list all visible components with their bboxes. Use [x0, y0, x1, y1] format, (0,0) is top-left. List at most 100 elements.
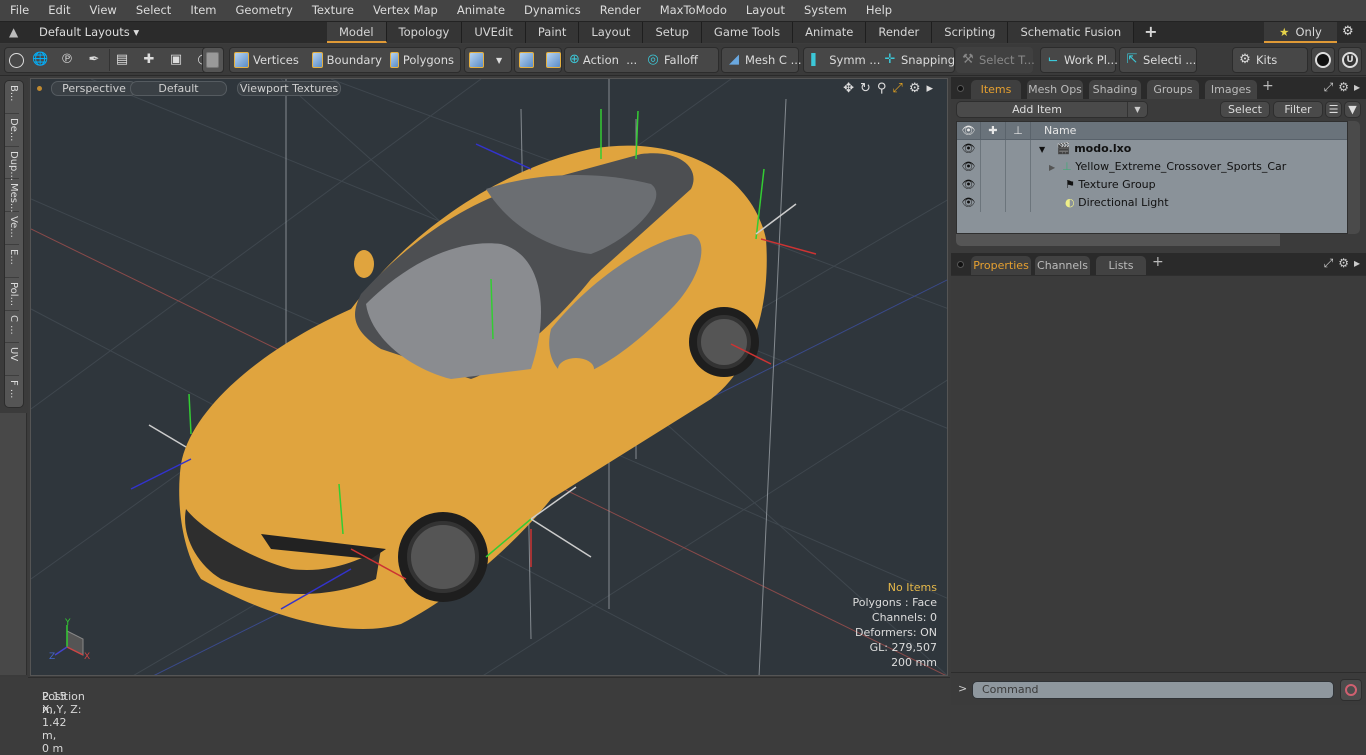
menu-file[interactable]: File: [0, 0, 38, 21]
add-tab-button[interactable]: +: [1134, 22, 1167, 43]
left-tab-ve[interactable]: Ve...: [5, 212, 19, 245]
lock-column-icon[interactable]: ✚: [981, 122, 1006, 139]
items-horizontal-scrollbar[interactable]: [956, 234, 1280, 246]
3d-viewport[interactable]: Perspective Default Viewport Textures ✥ …: [30, 78, 948, 676]
eye-icon[interactable]: 👁: [957, 194, 981, 212]
symmetry-button[interactable]: ❚ Symm ...: [804, 48, 880, 72]
move-view-icon[interactable]: ✥: [843, 81, 854, 96]
vertices-button[interactable]: Vertices: [230, 48, 308, 72]
eye-icon[interactable]: 👁: [957, 140, 981, 158]
panel-arrow-icon[interactable]: ▸: [1354, 80, 1360, 95]
maximize-view-icon[interactable]: ⤢: [892, 81, 902, 96]
funnel-filter-icon[interactable]: ▼: [1344, 101, 1361, 118]
viewport-textures-dropdown[interactable]: Viewport Textures: [237, 81, 341, 96]
tab-setup[interactable]: Setup: [643, 22, 702, 43]
tab-images[interactable]: Images: [1205, 80, 1257, 99]
tab-paint[interactable]: Paint: [525, 22, 580, 43]
tab-game-tools[interactable]: Game Tools: [701, 22, 794, 43]
tab-shading[interactable]: Shading: [1089, 80, 1141, 99]
left-tab-dup[interactable]: Dup...: [5, 147, 19, 181]
list-item[interactable]: 👁 ◐ Directional Light: [957, 194, 1347, 212]
panel-gear-icon[interactable]: ⚙: [1338, 80, 1349, 95]
kits-button[interactable]: ⚙ Kits: [1232, 47, 1308, 73]
expand-triangle-icon[interactable]: ▼: [1039, 145, 1045, 154]
gear-icon[interactable]: ⚙: [1342, 24, 1354, 39]
unity-button[interactable]: [1311, 47, 1335, 73]
maximize-properties-icon[interactable]: ⤢: [1324, 256, 1334, 271]
filter-button[interactable]: Filter: [1273, 101, 1323, 118]
tab-layout[interactable]: Layout: [579, 22, 644, 43]
stack-button[interactable]: ▤: [110, 48, 137, 72]
list-options-icon[interactable]: ☰: [1325, 101, 1342, 118]
eye-icon[interactable]: 👁: [957, 176, 981, 194]
collapsed-triangle-icon[interactable]: ▶: [1049, 163, 1055, 172]
properties-menu-dot[interactable]: [957, 261, 964, 268]
visibility-column-eye-icon[interactable]: 👁: [957, 122, 981, 139]
add-panel-tab-button[interactable]: +: [1262, 78, 1274, 94]
tab-items[interactable]: Items: [971, 80, 1021, 99]
menu-system[interactable]: System: [794, 0, 856, 21]
menu-animate[interactable]: Animate: [447, 0, 514, 21]
polygons-button[interactable]: Polygons: [386, 48, 458, 72]
pen-button[interactable]: ✒: [82, 48, 109, 72]
left-tab-mes[interactable]: Mes...: [5, 179, 19, 213]
globe-button[interactable]: 🌐: [28, 48, 55, 72]
add-properties-tab-button[interactable]: +: [1152, 254, 1164, 270]
unreal-button[interactable]: U: [1338, 47, 1362, 73]
name-column-header[interactable]: Name: [1031, 122, 1076, 139]
default-layouts-dropdown[interactable]: Default Layouts ▾: [39, 25, 139, 39]
add-item-dropdown[interactable]: Add Item ▼: [956, 101, 1148, 118]
left-tab-b[interactable]: B...: [5, 81, 19, 114]
left-tab-de[interactable]: De...: [5, 114, 19, 147]
properties-arrow-icon[interactable]: ▸: [1354, 256, 1360, 271]
material-mode-button[interactable]: [465, 48, 492, 72]
menu-help[interactable]: Help: [856, 0, 901, 21]
tab-groups[interactable]: Groups: [1147, 80, 1199, 99]
falloff-button[interactable]: ◎ Falloff: [641, 48, 702, 72]
menu-vertex-map[interactable]: Vertex Map: [363, 0, 447, 21]
menu-maxtomodo[interactable]: MaxToModo: [650, 0, 736, 21]
record-macro-button[interactable]: [1340, 679, 1362, 701]
tab-render[interactable]: Render: [866, 22, 933, 43]
menu-edit[interactable]: Edit: [38, 0, 79, 21]
tab-schematic-fusion[interactable]: Schematic Fusion: [1008, 22, 1135, 43]
tab-lists[interactable]: Lists: [1096, 256, 1146, 275]
snapping-button[interactable]: ✛ Snapping: [878, 48, 959, 72]
list-item[interactable]: 👁 ▶ ⊥ Yellow_Extreme_Crossover_Sports_Ca…: [957, 158, 1347, 176]
only-toggle[interactable]: ★ Only: [1264, 22, 1337, 43]
menu-layout[interactable]: Layout: [736, 0, 794, 21]
tab-uvedit[interactable]: UVEdit: [462, 22, 526, 43]
square-button[interactable]: ▣: [164, 48, 191, 72]
tab-topology[interactable]: Topology: [386, 22, 463, 43]
select-through-button[interactable]: ⚒ Select T...: [956, 47, 1035, 73]
left-tab-f[interactable]: F ...: [5, 376, 19, 409]
select-button[interactable]: Select: [1220, 101, 1270, 118]
tab-model[interactable]: Model: [327, 22, 387, 43]
left-tab-c[interactable]: C ...: [5, 311, 19, 344]
tab-properties[interactable]: Properties: [971, 256, 1031, 275]
viewport-menu-dot[interactable]: [37, 86, 42, 91]
menu-view[interactable]: View: [80, 0, 126, 21]
menu-render[interactable]: Render: [590, 0, 650, 21]
command-input[interactable]: Command: [972, 681, 1334, 699]
mesh-constraint-button[interactable]: ◢ Mesh C ...: [721, 47, 802, 73]
tab-channels[interactable]: Channels: [1035, 256, 1090, 275]
zoom-view-icon[interactable]: ⚲: [877, 81, 887, 96]
rotate-view-icon[interactable]: ↻: [860, 81, 871, 96]
menu-dynamics[interactable]: Dynamics: [514, 0, 590, 21]
items-vertical-scrollbar[interactable]: [1348, 121, 1360, 234]
selection-sets-button[interactable]: ⇱ Selecti ...: [1119, 47, 1197, 73]
item-mode-button[interactable]: [202, 47, 224, 73]
left-tab-uv[interactable]: UV: [5, 343, 19, 377]
shading-dropdown[interactable]: Default: [130, 81, 227, 96]
panel-menu-dot[interactable]: [957, 85, 964, 92]
properties-gear-icon[interactable]: ⚙: [1338, 256, 1349, 271]
list-item[interactable]: 👁 ▼ 🎬 modo.lxo: [957, 140, 1347, 158]
viewport-gear-icon[interactable]: ⚙: [909, 81, 921, 96]
list-item[interactable]: 👁 ⚑ Texture Group: [957, 176, 1347, 194]
action-button[interactable]: ⊕ Action ...: [565, 48, 641, 72]
lasso-button[interactable]: ℗: [55, 48, 82, 72]
menu-geometry[interactable]: Geometry: [226, 0, 302, 21]
mode-dropdown[interactable]: ▼: [492, 48, 506, 72]
cross-grid-button[interactable]: ✚: [137, 48, 164, 72]
